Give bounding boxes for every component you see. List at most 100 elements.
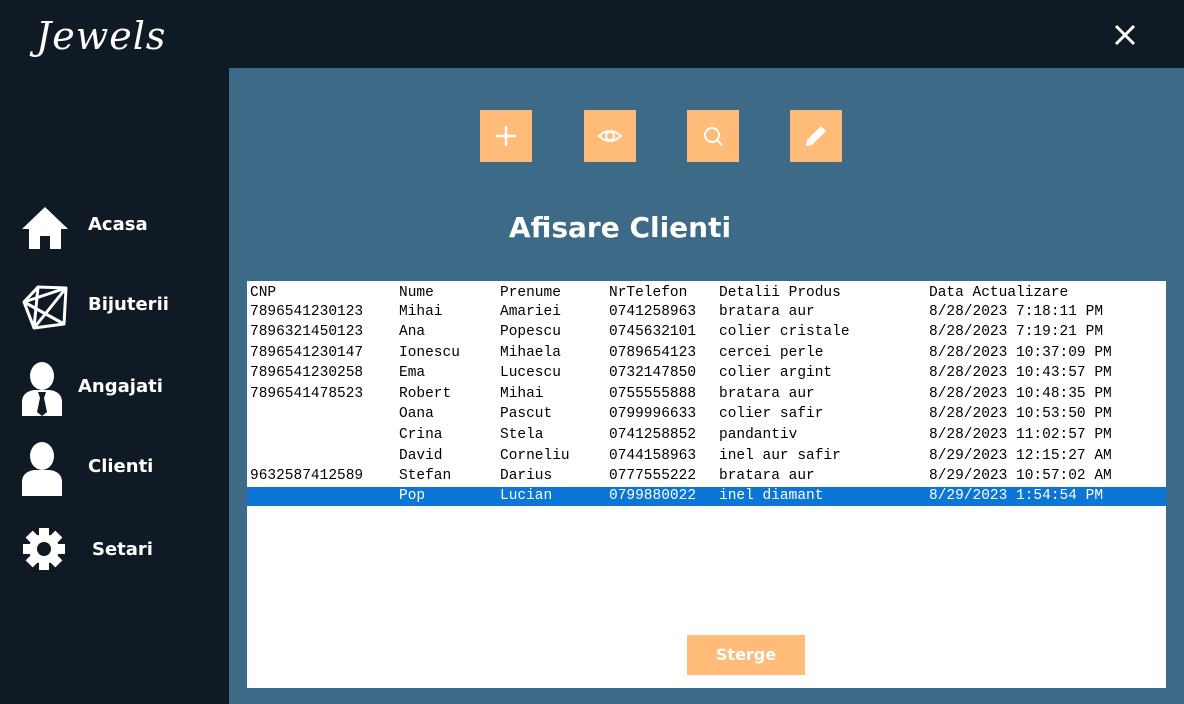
plus-icon (496, 126, 516, 146)
search-button[interactable] (687, 110, 739, 162)
clients-list[interactable]: CNP Nume Prenume NrTelefon Detalii Produ… (247, 281, 1166, 688)
close-button[interactable] (1108, 18, 1142, 52)
cell-prenume: Darius (500, 468, 553, 484)
sidebar-item-setari[interactable]: Setari (0, 523, 229, 583)
list-item[interactable]: Oana Pascut 0799996633 colier safir 8/28… (247, 405, 1166, 424)
column-header-telefon: NrTelefon (609, 285, 688, 301)
cell-produs: inel diamant (719, 488, 824, 504)
cell-cnp: 7896541230123 (250, 304, 364, 320)
user-icon (22, 442, 62, 496)
list-item[interactable]: 7896541230123 Mihai Amariei 0741258963 b… (247, 303, 1166, 322)
add-button[interactable] (480, 110, 532, 162)
list-item-selected[interactable]: Pop Lucian 0799880022 inel diamant 8/29/… (247, 487, 1166, 506)
title-bar: Jewels (0, 0, 1184, 68)
cell-prenume: Stela (500, 427, 544, 443)
cell-telefon: 0741258963 (609, 304, 697, 320)
cell-telefon: 0755555888 (609, 386, 697, 402)
cell-produs: pandantiv (719, 427, 798, 443)
cell-produs: colier cristale (719, 324, 850, 340)
cell-cnp: 7896541230147 (250, 345, 364, 361)
cell-data: 8/29/2023 12:15:27 AM (929, 448, 1112, 464)
cell-produs: bratara aur (719, 386, 815, 402)
list-item[interactable]: 9632587412589 Stefan Darius 0777555222 b… (247, 467, 1166, 486)
view-button[interactable] (584, 110, 636, 162)
page-title: Afisare Clienti (508, 211, 732, 244)
cell-data: 8/28/2023 10:43:57 PM (929, 365, 1112, 381)
column-header-prenume: Prenume (500, 285, 561, 301)
cell-prenume: Mihai (500, 386, 544, 402)
cell-nume: David (399, 448, 443, 464)
cell-nume: Mihai (399, 304, 443, 320)
gear-icon (23, 528, 65, 570)
sidebar-item-angajati[interactable]: Angajati (0, 360, 229, 420)
cell-nume: Robert (399, 386, 452, 402)
cell-telefon: 0799996633 (609, 406, 697, 422)
column-header-produs: Detalii Produs (719, 285, 841, 301)
column-header-nume: Nume (399, 285, 434, 301)
cell-nume: Crina (399, 427, 443, 443)
cell-prenume: Corneliu (500, 448, 570, 464)
cell-data: 8/28/2023 10:48:35 PM (929, 386, 1112, 402)
cell-nume: Pop (399, 488, 426, 504)
eye-icon (597, 130, 623, 142)
sidebar-item-label: Clienti (88, 456, 154, 477)
column-header-cnp: CNP (250, 285, 277, 301)
cell-telefon: 0777555222 (609, 468, 697, 484)
cell-cnp: 7896541230258 (250, 365, 364, 381)
cell-data: 8/28/2023 7:19:21 PM (929, 324, 1104, 340)
delete-button[interactable]: Sterge (687, 635, 805, 675)
cell-data: 8/28/2023 7:18:11 PM (929, 304, 1104, 320)
cell-nume: Ionescu (399, 345, 460, 361)
close-icon (1114, 24, 1136, 46)
cell-produs: colier safir (719, 406, 824, 422)
cell-cnp: 7896541478523 (250, 386, 364, 402)
cell-telefon: 0732147850 (609, 365, 697, 381)
cell-produs: colier argint (719, 365, 833, 381)
sidebar-item-bijuterii[interactable]: Bijuterii (0, 278, 229, 338)
diamond-icon (22, 285, 68, 330)
cell-produs: cercei perle (719, 345, 824, 361)
sidebar-item-label: Bijuterii (88, 294, 169, 315)
cell-cnp: 7896321450123 (250, 324, 364, 340)
list-header: CNP Nume Prenume NrTelefon Detalii Produ… (247, 284, 1166, 303)
cell-prenume: Lucian (500, 488, 553, 504)
cell-data: 8/29/2023 1:54:54 PM (929, 488, 1104, 504)
sidebar-item-clienti[interactable]: Clienti (0, 440, 229, 500)
list-item[interactable]: 7896541230147 Ionescu Mihaela 0789654123… (247, 344, 1166, 363)
app-title: Jewels (36, 14, 167, 58)
edit-button[interactable] (790, 110, 842, 162)
cell-nume: Ema (399, 365, 426, 381)
cell-produs: bratara aur (719, 468, 815, 484)
cell-telefon: 0741258852 (609, 427, 697, 443)
cell-data: 8/28/2023 11:02:57 PM (929, 427, 1112, 443)
cell-data: 8/28/2023 10:53:50 PM (929, 406, 1112, 422)
search-icon (704, 127, 723, 146)
list-item[interactable]: Crina Stela 0741258852 pandantiv 8/28/20… (247, 426, 1166, 445)
home-icon (22, 207, 68, 249)
cell-cnp: 9632587412589 (250, 468, 364, 484)
cell-telefon: 0745632101 (609, 324, 697, 340)
cell-produs: bratara aur (719, 304, 815, 320)
sidebar-item-acasa[interactable]: Acasa (0, 198, 229, 258)
main-panel: Afisare Clienti CNP Nume Prenume NrTelef… (229, 68, 1184, 704)
cell-data: 8/28/2023 10:37:09 PM (929, 345, 1112, 361)
cell-nume: Oana (399, 406, 434, 422)
cell-telefon: 0799880022 (609, 488, 697, 504)
cell-produs: inel aur safir (719, 448, 841, 464)
employee-icon (22, 362, 62, 416)
sidebar: Acasa Bijuterii Angajati Clienti Setari (0, 68, 229, 704)
list-item[interactable]: David Corneliu 0744158963 inel aur safir… (247, 447, 1166, 466)
cell-prenume: Amariei (500, 304, 561, 320)
cell-telefon: 0744158963 (609, 448, 697, 464)
list-item[interactable]: 7896321450123 Ana Popescu 0745632101 col… (247, 323, 1166, 342)
list-item[interactable]: 7896541478523 Robert Mihai 0755555888 br… (247, 385, 1166, 404)
cell-nume: Stefan (399, 468, 452, 484)
cell-telefon: 0789654123 (609, 345, 697, 361)
sidebar-item-label: Setari (92, 539, 153, 560)
pencil-icon (806, 126, 826, 146)
sidebar-item-label: Acasa (88, 214, 148, 235)
sidebar-item-label: Angajati (78, 376, 163, 397)
cell-prenume: Pascut (500, 406, 553, 422)
cell-data: 8/29/2023 10:57:02 AM (929, 468, 1112, 484)
list-item[interactable]: 7896541230258 Ema Lucescu 0732147850 col… (247, 364, 1166, 383)
